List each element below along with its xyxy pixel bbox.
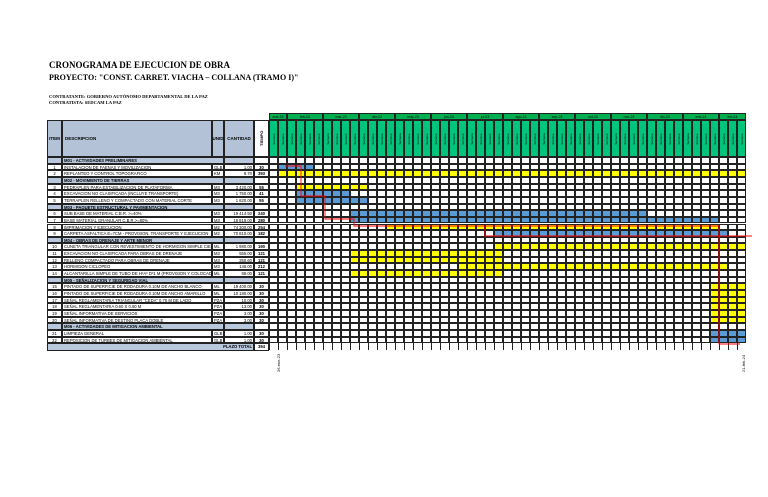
- critical-path-line-2: [354, 225, 740, 345]
- critical-path-line: [285, 165, 752, 237]
- critical-path: [285, 165, 752, 345]
- end-date: 21-feb-24: [741, 354, 746, 372]
- start-date: 26-ene-23: [276, 353, 281, 372]
